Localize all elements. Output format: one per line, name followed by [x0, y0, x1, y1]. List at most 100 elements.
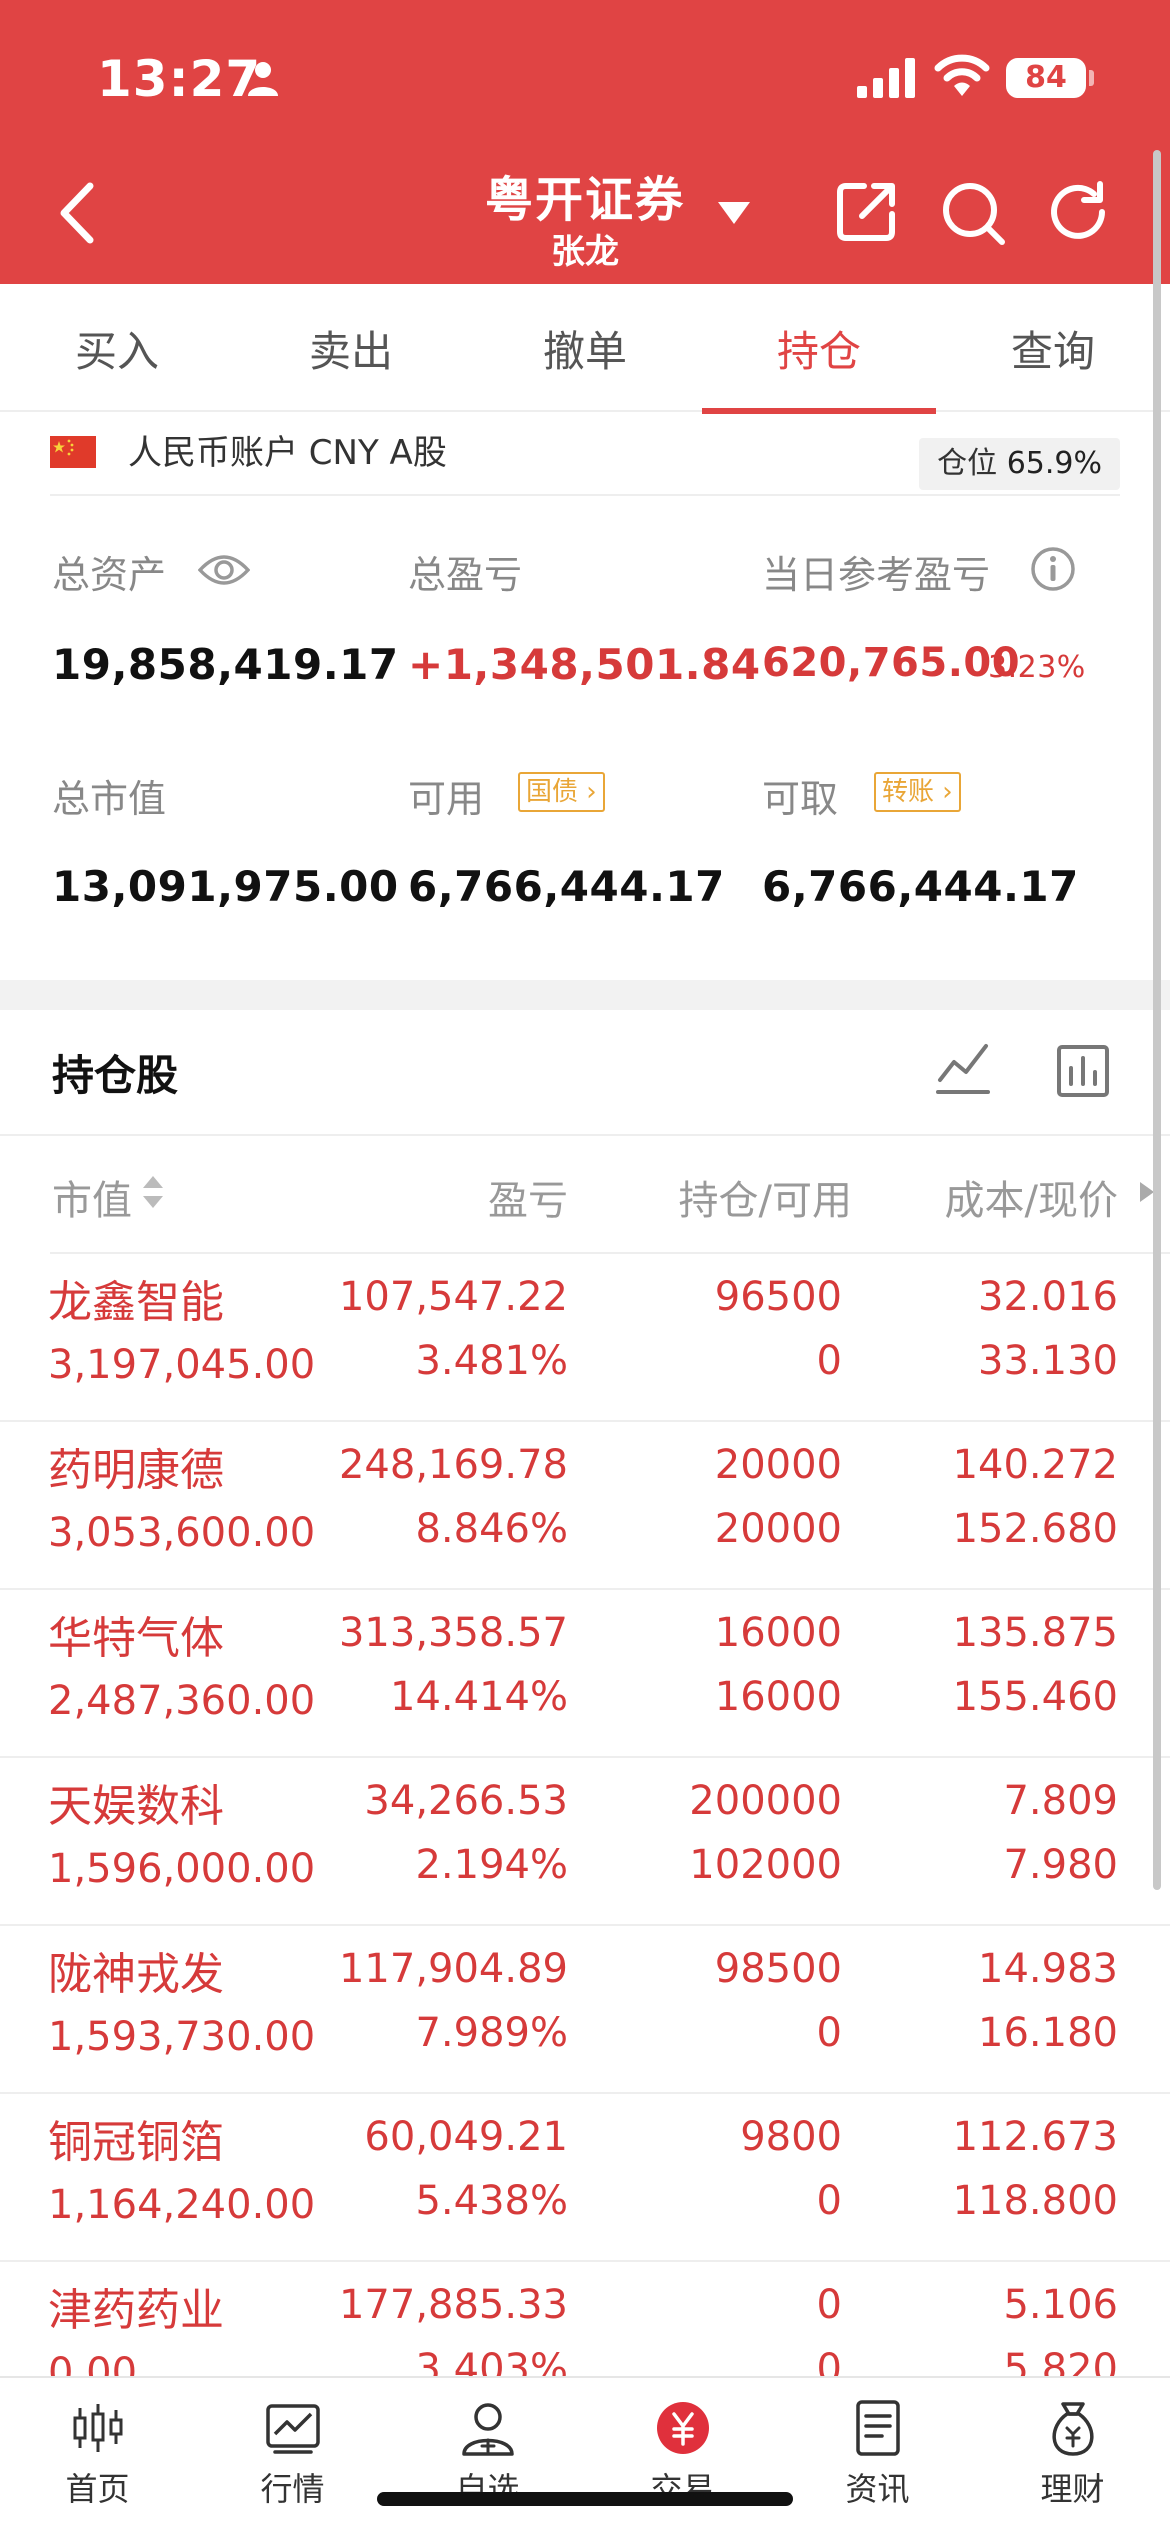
- stock-available: 102000: [689, 1842, 842, 1888]
- total-pnl-label: 总盈亏: [408, 553, 523, 597]
- total-assets-value: 19,858,419.17: [52, 640, 399, 689]
- stock-pnl-percent: 8.846%: [415, 1506, 568, 1552]
- account-label: 人民币账户 CNY A股: [128, 433, 447, 473]
- tab-cancel-order[interactable]: 撤单: [468, 284, 702, 412]
- news-icon: [856, 2400, 900, 2456]
- dropdown-triangle-icon[interactable]: [714, 198, 754, 228]
- stock-available: 0: [816, 1338, 842, 1384]
- holdings-list: 龙鑫智能 3,197,045.00 107,547.22 3.481% 9650…: [0, 1254, 1170, 2376]
- signal-icon: [857, 58, 915, 98]
- stock-available: 0: [816, 2178, 842, 2224]
- stock-market-value: 0.00: [48, 2350, 138, 2376]
- stock-available: 16000: [714, 1674, 842, 1720]
- moneybag-icon: [1052, 2402, 1094, 2456]
- stock-quantity: 96500: [714, 1274, 842, 1320]
- home-indicator[interactable]: [377, 2492, 793, 2506]
- stock-market-value: 1,596,000.00: [48, 1846, 316, 1892]
- stock-pnl-percent: 14.414%: [390, 1674, 568, 1720]
- stock-quantity: 0: [816, 2282, 842, 2328]
- holding-row[interactable]: 药明康德 3,053,600.00 248,169.78 8.846% 2000…: [0, 1422, 1170, 1590]
- account-line: 人民币账户 CNY A股 仓位 65.9%: [50, 430, 1120, 496]
- stock-name: 华特气体: [48, 1613, 224, 1664]
- yuan-icon: [657, 2402, 709, 2454]
- nav-wealth[interactable]: 理财: [975, 2378, 1170, 2532]
- tab-buy[interactable]: 买入: [0, 284, 234, 412]
- trade-tabs: 买入 卖出 撤单 持仓 查询: [0, 284, 1170, 414]
- position-value: 65.9%: [1006, 446, 1102, 481]
- nav-wealth-label: 理财: [1040, 2470, 1105, 2508]
- stock-price: 118.800: [952, 2178, 1118, 2224]
- nav-market-label: 行情: [260, 2470, 325, 2508]
- daily-pnl-label: 当日参考盈亏: [762, 553, 991, 597]
- total-pnl-value: +1,348,501.84: [408, 640, 761, 689]
- stock-quantity: 9800: [740, 2114, 842, 2160]
- col-qty-available[interactable]: 持仓/可用: [679, 1168, 852, 1226]
- stock-market-value: 1,593,730.00: [48, 2014, 316, 2060]
- tab-positions[interactable]: 持仓: [702, 284, 936, 414]
- holding-row[interactable]: 华特气体 2,487,360.00 313,358.57 14.414% 160…: [0, 1590, 1170, 1758]
- nav-news[interactable]: 资讯: [780, 2378, 975, 2532]
- daily-pnl-value: 620,765.00: [762, 640, 1021, 686]
- market-value-label: 总市值: [52, 777, 167, 821]
- stock-price: 16.180: [978, 2010, 1118, 2056]
- stock-cost: 5.106: [1003, 2282, 1118, 2328]
- col-pnl[interactable]: 盈亏: [488, 1168, 568, 1226]
- col-market-value[interactable]: 市值: [52, 1168, 132, 1226]
- trend-line-icon[interactable]: [936, 1040, 990, 1096]
- eye-icon[interactable]: [198, 548, 250, 592]
- nav-news-label: 资讯: [845, 2470, 910, 2508]
- account-name[interactable]: 张龙: [380, 224, 790, 273]
- person-icon: [248, 62, 278, 96]
- stock-market-value: 3,197,045.00: [48, 1342, 316, 1388]
- nav-watchlist[interactable]: 自选: [390, 2378, 585, 2532]
- stock-quantity: 200000: [689, 1778, 842, 1824]
- holding-row[interactable]: 铜冠铜箔 1,164,240.00 60,049.21 5.438% 9800 …: [0, 2094, 1170, 2262]
- stock-available: 0: [816, 2010, 842, 2056]
- app-header: 13:27 84 粤开证券 张龙: [0, 0, 1170, 284]
- withdrawable-label: 可取: [762, 777, 839, 821]
- treasury-bond-button[interactable]: 国债 ›: [518, 772, 605, 812]
- position-ratio-badge: 仓位 65.9%: [919, 438, 1120, 490]
- sort-icon[interactable]: [141, 1172, 165, 1212]
- stock-cost: 32.016: [978, 1274, 1118, 1320]
- stock-name: 陇神戎发: [48, 1949, 224, 2000]
- holding-row[interactable]: 天娱数科 1,596,000.00 34,266.53 2.194% 20000…: [0, 1758, 1170, 1926]
- search-icon[interactable]: [940, 180, 1006, 246]
- stock-cost: 112.673: [952, 2114, 1118, 2160]
- position-label: 仓位: [937, 446, 998, 481]
- total-assets-label: 总资产: [52, 553, 167, 597]
- back-arrow-icon[interactable]: [52, 178, 102, 248]
- transfer-label: 转账: [882, 777, 935, 807]
- available-label: 可用: [408, 777, 485, 821]
- stock-cost: 135.875: [952, 1610, 1118, 1656]
- china-flag-icon: [50, 436, 96, 468]
- info-icon[interactable]: [1030, 546, 1076, 592]
- stock-market-value: 2,487,360.00: [48, 1678, 316, 1724]
- scrollbar[interactable]: [1153, 150, 1161, 1890]
- stock-pnl: 107,547.22: [338, 1274, 568, 1320]
- col-cost-price[interactable]: 成本/现价: [945, 1168, 1118, 1226]
- tab-query[interactable]: 查询: [936, 284, 1170, 412]
- section-divider: [0, 980, 1170, 1010]
- nav-market[interactable]: 行情: [195, 2378, 390, 2532]
- stock-price: 33.130: [978, 1338, 1118, 1384]
- stock-pnl-percent: 5.438%: [415, 2178, 568, 2224]
- stock-quantity: 98500: [714, 1946, 842, 1992]
- tab-sell[interactable]: 卖出: [234, 284, 468, 412]
- stock-quantity: 16000: [714, 1610, 842, 1656]
- daily-pnl-percent: 3.23%: [988, 650, 1086, 685]
- nav-home[interactable]: 首页: [0, 2378, 195, 2532]
- holding-row[interactable]: 津药药业 0.00 177,885.33 3.403% 0 0 5.106 5.…: [0, 2262, 1170, 2376]
- withdrawable-value: 6,766,444.17: [762, 862, 1079, 911]
- bar-chart-icon[interactable]: [1056, 1044, 1110, 1098]
- stock-cost: 7.809: [1003, 1778, 1118, 1824]
- transfer-button[interactable]: 转账 ›: [874, 772, 961, 812]
- wifi-icon: [934, 54, 990, 96]
- share-icon[interactable]: [836, 180, 898, 242]
- holding-row[interactable]: 陇神戎发 1,593,730.00 117,904.89 7.989% 9850…: [0, 1926, 1170, 2094]
- stock-price: 7.980: [1003, 1842, 1118, 1888]
- refresh-icon[interactable]: [1046, 180, 1110, 244]
- candlestick-icon: [73, 2404, 123, 2452]
- nav-trade[interactable]: 交易: [585, 2378, 780, 2532]
- holding-row[interactable]: 龙鑫智能 3,197,045.00 107,547.22 3.481% 9650…: [0, 1254, 1170, 1422]
